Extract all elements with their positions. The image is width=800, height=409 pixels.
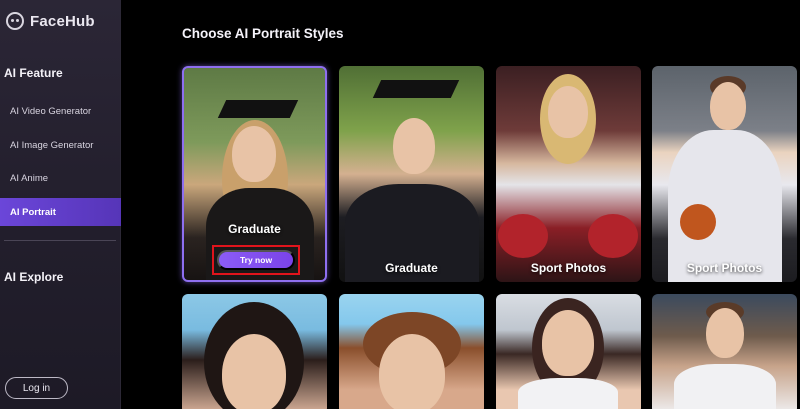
try-now-button[interactable]: Try now [217, 250, 295, 270]
login-button[interactable]: Log in [5, 377, 68, 399]
facehub-logo-icon [6, 12, 24, 30]
face-shape [548, 86, 588, 138]
face-shape [232, 126, 276, 182]
sidebar-item-label: AI Image Generator [10, 139, 94, 151]
portrait-card-6[interactable] [339, 294, 484, 409]
portrait-image [393, 118, 435, 174]
portrait-card-graduate[interactable]: Graduate [339, 66, 484, 282]
card-label: Sport Photos [686, 261, 763, 275]
face-shape [222, 334, 286, 409]
card-label: Sport Photos [530, 261, 607, 275]
portrait-card-sport-photos-2[interactable]: Sport Photos [652, 66, 797, 282]
boxing-glove-icon [588, 214, 638, 258]
try-now-highlight: Try now [212, 245, 300, 275]
sidebar-item-label: AI Anime [10, 172, 49, 184]
sidebar-item-ai-anime[interactable]: AI Anime [0, 164, 121, 192]
boxing-glove-icon [498, 214, 548, 258]
sidebar-item-ai-video-generator[interactable]: AI Video Generator [0, 97, 121, 125]
portrait-card-5[interactable] [182, 294, 327, 409]
graduation-cap-icon [217, 100, 299, 118]
brand[interactable]: FaceHub [6, 12, 95, 30]
portrait-card-7[interactable] [496, 294, 641, 409]
sidebar-item-label: AI Portrait [10, 206, 56, 218]
shirt-shape [674, 364, 776, 409]
section-title-ai-feature: AI Feature [4, 66, 63, 80]
card-label: Graduate [385, 261, 438, 275]
card-label: Graduate [228, 222, 281, 236]
hoodie-shape [668, 130, 782, 282]
sidebar-item-label: AI Video Generator [10, 105, 92, 117]
face-shape [379, 334, 445, 409]
sidebar-item-ai-image-generator[interactable]: AI Image Generator [0, 131, 121, 159]
basketball-icon [680, 204, 716, 240]
portrait-card-8[interactable] [652, 294, 797, 409]
face-shape [706, 308, 744, 358]
sidebar-divider [4, 240, 116, 241]
section-title-ai-explore[interactable]: AI Explore [4, 270, 63, 284]
face-shape [542, 310, 594, 376]
sidebar-item-ai-portrait[interactable]: AI Portrait [0, 198, 121, 226]
portrait-card-graduate-selected[interactable]: Graduate Try now [182, 66, 327, 282]
portrait-card-sport-photos-1[interactable]: Sport Photos [496, 66, 641, 282]
page-title: Choose AI Portrait Styles [182, 26, 344, 41]
brand-name: FaceHub [30, 12, 95, 30]
graduation-cap-icon [372, 80, 460, 98]
app-window: FaceHub AI Feature AI Video Generator AI… [0, 0, 800, 409]
sidebar: FaceHub AI Feature AI Video Generator AI… [0, 0, 121, 409]
face-shape [710, 82, 746, 130]
shirt-shape [518, 378, 618, 409]
